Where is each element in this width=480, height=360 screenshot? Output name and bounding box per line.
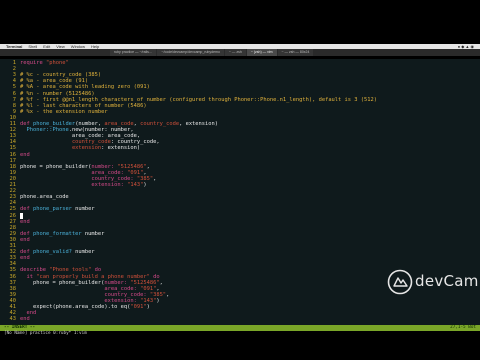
code-token: "091"	[127, 169, 144, 176]
code-token: country_code:	[91, 175, 137, 182]
code-token: extension:	[104, 297, 141, 304]
code-token: "5125486"	[117, 163, 147, 170]
code-token: country_code	[71, 139, 111, 146]
code-token: country_code	[140, 121, 180, 127]
code-token: end	[20, 151, 30, 158]
code-token: end	[20, 316, 30, 323]
code-token: phone = phone_builder(	[20, 279, 105, 286]
code-token: # %l - last characters of number (5486)	[20, 102, 147, 109]
code-token: "091"	[140, 285, 157, 292]
code-token: # %c - country_code (385)	[20, 72, 102, 79]
code-token: number:	[104, 279, 131, 286]
code-line[interactable]: 43 end	[0, 316, 480, 322]
code-token: number	[81, 230, 105, 237]
code-token: "5125486"	[130, 279, 160, 286]
code-token: ,	[166, 291, 170, 298]
devcamp-logo: devCamp	[385, 268, 480, 298]
code-token: area_code:	[104, 285, 141, 292]
code-token: ,	[153, 175, 157, 182]
code-token: )	[156, 297, 160, 304]
code-token: "143"	[127, 182, 144, 188]
code-token: phone.area_code	[20, 194, 69, 201]
code-token: expect(phone.area_code).to eq(	[20, 304, 131, 310]
code-token: def	[20, 230, 33, 237]
code-token: ,	[143, 169, 147, 176]
terminal-tab-active[interactable]: ~ (zsh) — vim	[246, 49, 277, 56]
code-token: "385"	[149, 291, 167, 298]
code-token: "385"	[136, 175, 154, 182]
code-token: do	[91, 267, 102, 274]
code-token: phone_parser	[32, 206, 72, 213]
code-token: # %x - the extension number	[20, 108, 108, 115]
code-token: phone_valid?	[32, 249, 72, 256]
code-token: country_code:	[104, 291, 150, 298]
code-token: extension:	[91, 182, 128, 188]
tmux-windows[interactable]: [No Name] practice 0:ruby* 1:vim	[4, 331, 87, 337]
code-token: phone_builder	[32, 121, 76, 127]
code-token: )	[143, 182, 147, 188]
code-token: def	[20, 206, 33, 213]
code-token: phone = phone_builder(	[20, 163, 92, 170]
code-token: end	[26, 310, 37, 317]
code-token: describe	[20, 267, 50, 274]
code-token: ,	[159, 279, 163, 286]
code-token: def	[20, 249, 33, 256]
terminal-tab[interactable]: ~ — zsh — 80x24	[277, 49, 314, 56]
code-token: extension	[71, 145, 102, 152]
code-token: : country_code,	[110, 139, 160, 146]
code-token: ,	[146, 163, 150, 170]
code-token: area_code	[104, 121, 134, 127]
terminal-tab[interactable]: ~/code/devcamp/devcamp_rubydemo	[157, 49, 224, 56]
code-token: end	[20, 255, 30, 262]
code-token: : extension)	[101, 145, 141, 152]
code-token: .new(number: number,	[68, 127, 134, 134]
code-token: require	[20, 60, 46, 66]
code-token: number	[71, 249, 95, 256]
code-token: it	[26, 273, 37, 280]
code-token: "Phone tools"	[49, 267, 92, 274]
terminal-tab[interactable]: ~ — zsh	[224, 49, 246, 56]
code-token: number:	[91, 163, 118, 170]
code-token: Phoner::Phone	[26, 127, 69, 134]
code-token: do	[149, 273, 160, 280]
code-token: , extension)	[179, 121, 219, 127]
code-token: area_code:	[91, 169, 128, 176]
code-token: (number,	[75, 121, 105, 127]
tmux-status-line: [No Name] practice 0:ruby* 1:vim	[0, 331, 480, 337]
code-token: ,	[156, 285, 160, 292]
code-token: end	[20, 218, 30, 225]
code-token: )	[146, 304, 150, 310]
code-token: # %A - area_code with leading zero (091)	[20, 84, 150, 91]
code-token: "091"	[130, 304, 147, 310]
code-token: number	[71, 206, 95, 213]
terminal-tab[interactable]: ruby practice — ~/rails…	[110, 49, 157, 56]
code-token: "143"	[140, 297, 157, 304]
line-number: 43	[9, 316, 17, 323]
code-token: # %a - area_code (91)	[20, 78, 89, 85]
devcamp-logo-icon	[387, 269, 413, 295]
code-token: phone_formatter	[32, 230, 82, 237]
code-token: area_code: area_code,	[20, 133, 141, 140]
code-token: "phone"	[45, 60, 69, 66]
devcamp-logo-text: devCamp	[415, 272, 480, 290]
code-token: end	[20, 236, 30, 243]
text-cursor	[20, 212, 23, 219]
code-token: "can properly build a phone number"	[36, 273, 150, 280]
code-token: def	[20, 121, 33, 127]
code-token: # %n - number (5125486)	[20, 90, 95, 97]
code-token: # %f - first @@n1_length characters of n…	[20, 96, 377, 103]
code-text: end	[20, 316, 30, 322]
terminal-tabbar: ruby practice — ~/rails… ~/code/devcamp/…	[0, 49, 480, 56]
